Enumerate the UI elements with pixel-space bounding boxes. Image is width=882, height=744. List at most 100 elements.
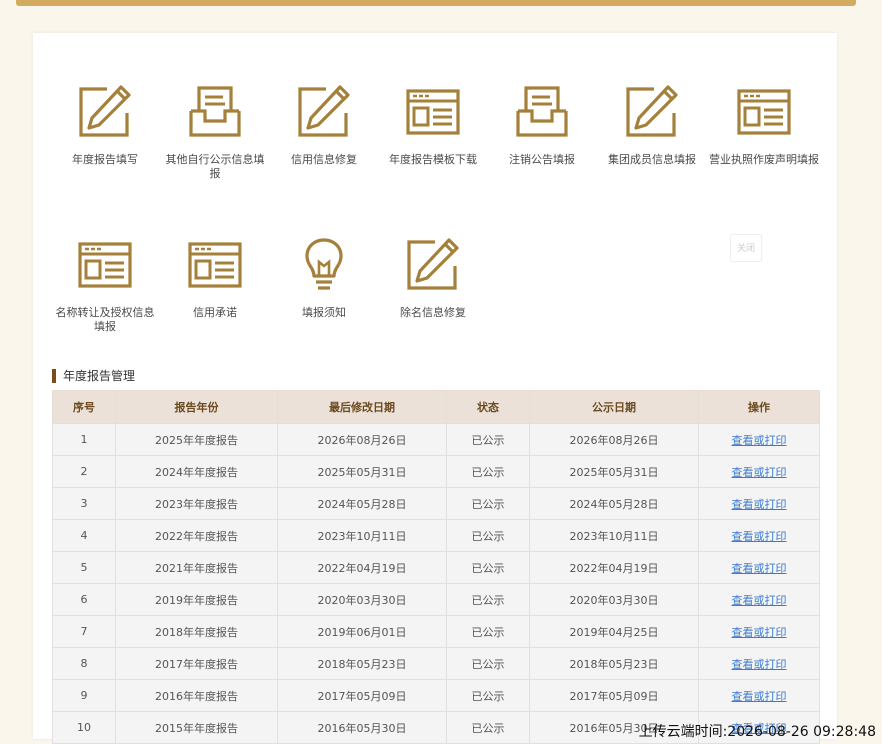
cell-report-year: 2016年年度报告	[115, 679, 278, 712]
cell-last-modified: 2026年08月26日	[277, 423, 447, 456]
tile-label: 年度报告模板下载	[389, 153, 477, 166]
cell-action: 查看或打印	[698, 519, 820, 552]
pencil-form-icon	[298, 85, 350, 137]
header-action: 操作	[698, 390, 820, 424]
cell-index: 5	[52, 551, 116, 584]
tile-label: 名称转让及授权信息填报	[55, 306, 155, 333]
cell-action: 查看或打印	[698, 455, 820, 488]
cell-last-modified: 2020年03月30日	[277, 583, 447, 616]
main-panel: 年度报告填写 其他自行公示信息填报 信用信息修复 年度报告模板下载 注销公告填报…	[33, 33, 837, 744]
tile-credit-commitment[interactable]: 信用承诺	[160, 236, 270, 320]
tile-label: 除名信息修复	[400, 306, 466, 319]
cell-last-modified: 2022年04月19日	[277, 551, 447, 584]
cell-status: 已公示	[446, 423, 530, 456]
close-button[interactable]: 关闭	[730, 234, 762, 262]
view-print-link[interactable]: 查看或打印	[732, 658, 787, 671]
cell-action: 查看或打印	[698, 583, 820, 616]
cell-last-modified: 2025年05月31日	[277, 455, 447, 488]
tile-annual-report-fill[interactable]: 年度报告填写	[50, 83, 160, 167]
cell-publish-date: 2024年05月28日	[529, 487, 699, 520]
tile-other-public-info[interactable]: 其他自行公示信息填报	[160, 83, 270, 181]
cell-action: 查看或打印	[698, 615, 820, 648]
cell-status: 已公示	[446, 551, 530, 584]
inbox-tray-icon	[516, 86, 568, 137]
table-row: 7 2018年年度报告 2019年06月01日 已公示 2019年04月25日 …	[52, 615, 820, 648]
view-print-link[interactable]: 查看或打印	[732, 466, 787, 479]
cell-status: 已公示	[446, 615, 530, 648]
table-header-row: 序号 报告年份 最后修改日期 状态 公示日期 操作	[52, 390, 820, 424]
cell-status: 已公示	[446, 679, 530, 712]
cell-status: 已公示	[446, 583, 530, 616]
window-template-icon	[737, 89, 791, 135]
cell-action: 查看或打印	[698, 647, 820, 680]
header-last-modified: 最后修改日期	[277, 390, 447, 424]
header-status: 状态	[446, 390, 530, 424]
view-print-link[interactable]: 查看或打印	[732, 530, 787, 543]
tile-filing-instructions[interactable]: 填报须知	[269, 236, 379, 320]
view-print-link[interactable]: 查看或打印	[732, 562, 787, 575]
tile-license-void-statement[interactable]: 营业执照作废声明填报	[705, 83, 823, 167]
cell-report-year: 2021年年度报告	[115, 551, 278, 584]
pencil-form-icon	[79, 85, 131, 137]
table-row: 8 2017年年度报告 2018年05月23日 已公示 2018年05月23日 …	[52, 647, 820, 680]
tile-label: 信用承诺	[193, 306, 237, 319]
tile-label: 注销公告填报	[509, 153, 575, 166]
cell-report-year: 2022年年度报告	[115, 519, 278, 552]
cell-index: 8	[52, 647, 116, 680]
cell-index: 6	[52, 583, 116, 616]
view-print-link[interactable]: 查看或打印	[732, 434, 787, 447]
view-print-link[interactable]: 查看或打印	[732, 626, 787, 639]
upload-timestamp: 上传云端时间:2026-08-26 09:28:48	[638, 724, 876, 740]
tile-group-member-info[interactable]: 集团成员信息填报	[597, 83, 707, 167]
tile-credit-repair[interactable]: 信用信息修复	[269, 83, 379, 167]
cell-index: 1	[52, 423, 116, 456]
cell-index: 9	[52, 679, 116, 712]
cell-publish-date: 2022年04月19日	[529, 551, 699, 584]
tile-template-download[interactable]: 年度报告模板下载	[378, 83, 488, 167]
table-row: 4 2022年年度报告 2023年10月11日 已公示 2023年10月11日 …	[52, 519, 820, 552]
tile-label: 年度报告填写	[72, 153, 138, 166]
cell-report-year: 2025年年度报告	[115, 423, 278, 456]
cell-report-year: 2018年年度报告	[115, 615, 278, 648]
cell-action: 查看或打印	[698, 551, 820, 584]
cell-status: 已公示	[446, 711, 530, 744]
table-row: 5 2021年年度报告 2022年04月19日 已公示 2022年04月19日 …	[52, 551, 820, 584]
cell-index: 2	[52, 455, 116, 488]
section-title: 年度报告管理	[52, 369, 135, 383]
cell-publish-date: 2020年03月30日	[529, 583, 699, 616]
cell-publish-date: 2019年04月25日	[529, 615, 699, 648]
tile-removal-repair[interactable]: 除名信息修复	[378, 236, 488, 320]
cell-index: 7	[52, 615, 116, 648]
cell-last-modified: 2024年05月28日	[277, 487, 447, 520]
cell-last-modified: 2019年06月01日	[277, 615, 447, 648]
tile-label: 信用信息修复	[291, 153, 357, 166]
cell-report-year: 2024年年度报告	[115, 455, 278, 488]
table-row: 3 2023年年度报告 2024年05月28日 已公示 2024年05月28日 …	[52, 487, 820, 520]
cell-last-modified: 2016年05月30日	[277, 711, 447, 744]
header-report-year: 报告年份	[115, 390, 278, 424]
tile-name-transfer-info[interactable]: 名称转让及授权信息填报	[50, 236, 160, 334]
cell-status: 已公示	[446, 519, 530, 552]
view-print-link[interactable]: 查看或打印	[732, 690, 787, 703]
table-row: 2 2024年年度报告 2025年05月31日 已公示 2025年05月31日 …	[52, 455, 820, 488]
cell-publish-date: 2023年10月11日	[529, 519, 699, 552]
cell-index: 3	[52, 487, 116, 520]
cell-last-modified: 2023年10月11日	[277, 519, 447, 552]
cell-last-modified: 2017年05月09日	[277, 679, 447, 712]
table-row: 9 2016年年度报告 2017年05月09日 已公示 2017年05月09日 …	[52, 679, 820, 712]
top-accent-bar	[16, 0, 856, 6]
tile-label: 其他自行公示信息填报	[165, 153, 265, 180]
window-template-icon	[78, 242, 132, 288]
cell-action: 查看或打印	[698, 679, 820, 712]
cell-status: 已公示	[446, 455, 530, 488]
inbox-tray-icon	[189, 86, 241, 137]
window-template-icon	[406, 89, 460, 135]
view-print-link[interactable]: 查看或打印	[732, 594, 787, 607]
cell-report-year: 2015年年度报告	[115, 711, 278, 744]
view-print-link[interactable]: 查看或打印	[732, 498, 787, 511]
cell-action: 查看或打印	[698, 487, 820, 520]
cell-index: 4	[52, 519, 116, 552]
tile-cancellation-notice[interactable]: 注销公告填报	[487, 83, 597, 167]
cell-publish-date: 2025年05月31日	[529, 455, 699, 488]
lightbulb-icon	[305, 238, 343, 290]
